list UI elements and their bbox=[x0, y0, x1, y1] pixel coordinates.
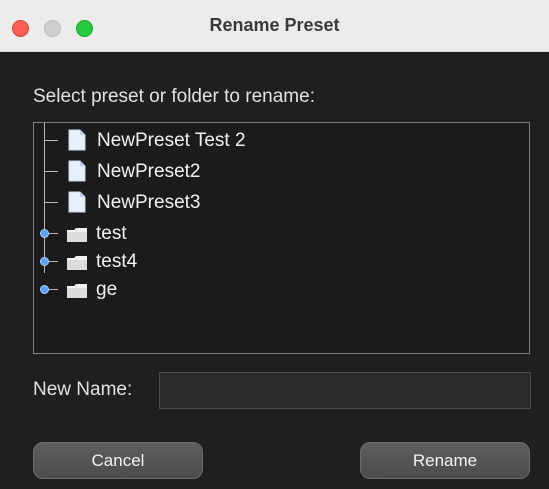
expand-toggle-icon[interactable] bbox=[40, 257, 49, 266]
tree-connector bbox=[44, 202, 58, 203]
new-name-label: New Name: bbox=[33, 379, 133, 400]
dialog-content: Select preset or folder to rename: NewPr… bbox=[0, 52, 549, 489]
title-bar: Rename Preset bbox=[0, 0, 549, 52]
expand-toggle-icon[interactable] bbox=[40, 285, 49, 294]
expand-toggle-icon[interactable] bbox=[40, 229, 49, 238]
rename-button[interactable]: Rename bbox=[360, 442, 530, 479]
tree-item-file[interactable]: NewPreset2 bbox=[34, 157, 529, 187]
folder-icon bbox=[67, 228, 87, 242]
tree-connector bbox=[44, 171, 58, 172]
folder-icon bbox=[67, 256, 87, 270]
new-name-field[interactable] bbox=[159, 372, 531, 409]
tree-item-file[interactable]: NewPreset Test 2 bbox=[34, 126, 529, 156]
tree-item-file[interactable]: NewPreset3 bbox=[34, 188, 529, 218]
tree-item-label: ge bbox=[96, 279, 118, 300]
tree-item-label: NewPreset3 bbox=[97, 192, 201, 213]
preset-tree[interactable]: NewPreset Test 2 NewPreset2 NewPreset3 t… bbox=[33, 122, 530, 354]
document-icon bbox=[68, 191, 86, 213]
tree-item-label: test4 bbox=[96, 251, 138, 272]
tree-item-folder[interactable]: test4 bbox=[34, 247, 529, 277]
window-title: Rename Preset bbox=[209, 15, 340, 35]
folder-icon bbox=[67, 284, 87, 298]
tree-item-folder[interactable]: ge bbox=[34, 275, 529, 305]
tree-item-label: NewPreset Test 2 bbox=[97, 130, 246, 151]
rename-preset-window: Rename Preset Select preset or folder to… bbox=[0, 0, 549, 489]
tree-item-label: NewPreset2 bbox=[97, 161, 201, 182]
cancel-button[interactable]: Cancel bbox=[33, 442, 203, 479]
document-icon bbox=[68, 129, 86, 151]
tree-connector bbox=[44, 140, 58, 141]
tree-item-folder[interactable]: test bbox=[34, 219, 529, 249]
select-prompt: Select preset or folder to rename: bbox=[33, 86, 315, 107]
document-icon bbox=[68, 160, 86, 182]
tree-item-label: test bbox=[96, 223, 127, 244]
